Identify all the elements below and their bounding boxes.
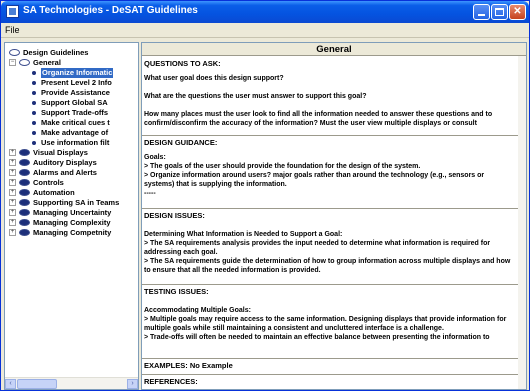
tree-item-label: Provide Assistance [41,88,110,97]
tree-node-icon [19,199,30,206]
issues-title: DESIGN ISSUES: [144,211,205,220]
window-title: SA Technologies - DeSAT Guidelines [23,5,198,16]
expand-toggle[interactable]: + [9,229,16,236]
menu-file[interactable]: File [5,25,20,35]
guidance-line: ----- [144,190,156,197]
tree-item-label: Use information filt [41,138,110,147]
tree-item-label: Controls [33,178,64,187]
guidance-line: > Organize information around users? maj… [144,172,485,188]
tree-node-icon [19,59,30,66]
bullet-icon [32,81,36,85]
tree-item-label: Support Trade-offs [41,108,109,117]
guidelines-tree[interactable]: Design Guidelines − General ‹ › Organize… [4,42,139,390]
references-title: REFERENCES: [144,377,198,386]
tree-node-icon [19,179,30,186]
close-icon: ✕ [513,6,522,17]
tree-item-label: Visual Displays [33,148,88,157]
bullet-icon [32,71,36,75]
expand-toggle[interactable]: + [9,159,16,166]
maximize-button[interactable] [491,4,508,20]
content-vertical-scrollbar[interactable] [518,56,526,389]
tree-item-label: Make advantage of [41,128,109,137]
expand-toggle[interactable]: + [9,169,16,176]
bullet-icon [32,101,36,105]
issues-section: DESIGN ISSUES: Determining What Informat… [142,209,518,285]
tree-item-label: Managing Uncertainty [33,208,112,217]
guidance-title: DESIGN GUIDANCE: [144,138,218,147]
questions-title: QUESTIONS TO ASK: [144,59,221,68]
tree-item-general-label: General [33,58,61,67]
tree-node-icon [19,159,30,166]
title-bar[interactable]: SA Technologies - DeSAT Guidelines ✕ [1,1,529,23]
tree-node-icon [19,229,30,236]
maximize-icon [495,8,504,16]
guidance-section: DESIGN GUIDANCE: Goals: > The goals of t… [142,136,518,209]
guideline-content: General QUESTIONS TO ASK: What user goal… [141,42,527,390]
bullet-icon [32,131,36,135]
tree-node-icon [19,169,30,176]
scroll-left-arrow[interactable]: ‹ [5,379,16,389]
issues-line: > The SA requirements guide the determin… [144,258,511,274]
tree-node-icon [19,219,30,226]
minimize-icon [478,14,485,16]
expand-toggle[interactable]: + [9,189,16,196]
tree-item-label: Alarms and Alerts [33,168,97,177]
examples-section: EXAMPLES: No Example [142,359,518,375]
question-3: How many places must the user look to fi… [144,111,493,127]
tree-item-label: Managing Competnity [33,228,112,237]
bullet-icon [32,141,36,145]
tree-root-label: Design Guidelines [23,48,89,57]
guidance-line: Goals: [144,154,166,161]
expand-toggle[interactable]: + [9,209,16,216]
tree-item-label: Present Level 2 Info [41,78,112,87]
expand-toggle[interactable]: + [9,149,16,156]
guidance-line: > The goals of the user should provide t… [144,163,421,170]
app-icon [6,5,19,18]
minimize-button[interactable] [473,4,490,20]
scroll-right-arrow[interactable]: › [127,379,138,389]
testing-line: > Trade-offs will often be needed to mai… [144,334,490,341]
questions-section: QUESTIONS TO ASK: What user goal does th… [142,57,518,136]
tree-item-label: Managing Complexity [33,218,111,227]
question-2: What are the questions the user must ans… [144,93,367,100]
close-button[interactable]: ✕ [509,4,526,20]
expand-toggle[interactable]: + [9,219,16,226]
tree-item-label: Make critical cues t [41,118,110,127]
bullet-icon [32,121,36,125]
testing-title: TESTING ISSUES: [144,287,209,296]
issues-line: > The SA requirements analysis provides … [144,240,491,256]
content-header: General [142,43,526,56]
scroll-thumb[interactable] [17,379,57,389]
bullet-icon [32,111,36,115]
testing-line: Accommodating Multiple Goals: [144,307,251,314]
tree-item-label: Organize Informatic [41,68,114,78]
tree-node-icon [19,149,30,156]
references-section: REFERENCES: [142,375,518,389]
tree-item-label: Automation [33,188,75,197]
examples-title: EXAMPLES: No Example [144,361,233,370]
app-window: SA Technologies - DeSAT Guidelines ✕ Fil… [0,0,530,391]
menu-bar: File [1,23,529,38]
tree-item-label: Auditory Displays [33,158,97,167]
tree-item-label: Supporting SA in Teams [33,198,120,207]
tree-horizontal-scrollbar[interactable]: ‹ › [5,377,138,389]
collapse-toggle[interactable]: − [9,59,16,66]
tree-node-icon [19,209,30,216]
question-1: What user goal does this design support? [144,75,284,82]
bullet-icon [32,91,36,95]
expand-toggle[interactable]: + [9,179,16,186]
testing-line: > Multiple goals may require access to t… [144,316,507,332]
testing-section: TESTING ISSUES: Accommodating Multiple G… [142,285,518,359]
tree-item-label: Support Global SA [41,98,108,107]
tree-node-icon [19,189,30,196]
expand-toggle[interactable]: + [9,199,16,206]
tree-node-icon [9,49,20,56]
issues-line: Determining What Information is Needed t… [144,231,343,238]
